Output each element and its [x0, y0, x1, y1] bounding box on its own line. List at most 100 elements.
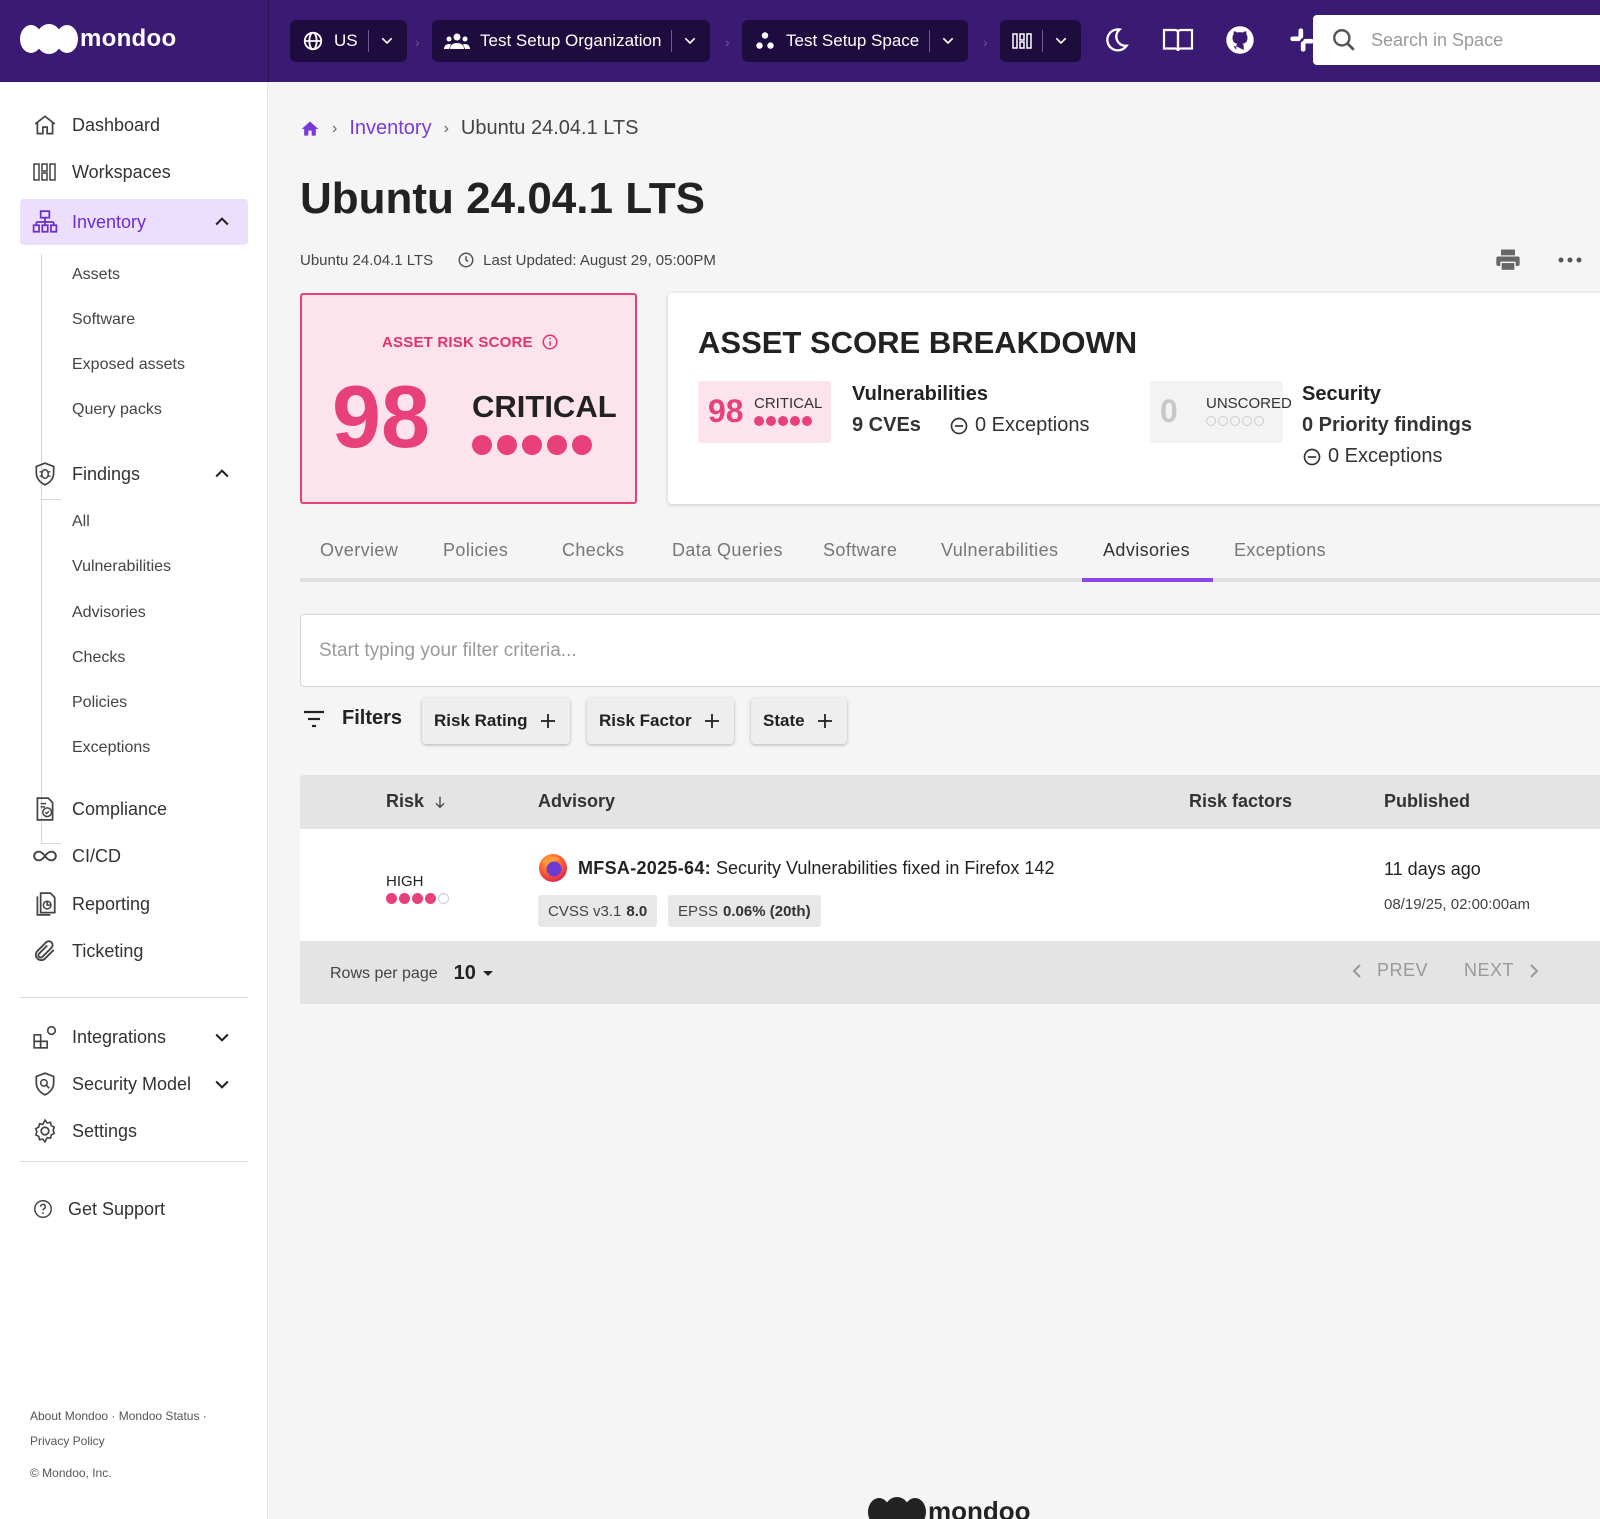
sidebar-subitem-query-packs[interactable]: Query packs: [72, 401, 162, 419]
prev-button[interactable]: PREV: [1377, 960, 1428, 981]
github-icon[interactable]: [1222, 22, 1258, 58]
tab-policies[interactable]: Policies: [443, 540, 508, 561]
priority-findings[interactable]: 0 Priority findings: [1302, 414, 1472, 437]
help-icon: [34, 1200, 52, 1218]
risk-level-dots: [386, 893, 449, 904]
cve-count[interactable]: 9 CVEs: [852, 414, 921, 437]
sidebar-item-settings[interactable]: Settings: [20, 1108, 248, 1154]
risk-score-label-row: ASSET RISK SCORE: [382, 333, 559, 351]
sidebar-divider: [20, 997, 248, 998]
chevron-down-icon: [1055, 37, 1067, 45]
report-icon: [36, 892, 56, 916]
rating-dot: [412, 893, 423, 904]
sidebar-item-workspaces[interactable]: Workspaces: [20, 149, 248, 195]
tab-checks[interactable]: Checks: [562, 540, 624, 561]
breadcrumb-inventory[interactable]: Inventory: [349, 117, 431, 140]
filter-chip-state[interactable]: State: [751, 698, 847, 744]
filter-input[interactable]: [319, 639, 1600, 662]
organization-selector[interactable]: Test Setup Organization: [432, 20, 711, 62]
advisory-id[interactable]: MFSA-2025-64:: [578, 858, 711, 878]
rating-dot: [399, 893, 410, 904]
vulnerability-exceptions[interactable]: 0 Exceptions: [975, 414, 1090, 437]
rows-per-page-select[interactable]: 10: [454, 962, 494, 985]
table-row[interactable]: HIGH MFSA-2025-64: Security Vulnerabilit…: [300, 829, 1600, 942]
sidebar-item-get-support[interactable]: Get Support: [20, 1186, 248, 1232]
chevron-left-icon[interactable]: [1351, 963, 1363, 979]
security-exceptions[interactable]: 0 Exceptions: [1328, 445, 1443, 468]
cvss-value: 8.0: [626, 902, 648, 920]
docs-book-icon[interactable]: [1160, 22, 1196, 58]
caret-down-icon: [482, 970, 493, 976]
home-icon: [34, 115, 56, 135]
chevron-down-icon: [943, 37, 954, 45]
mondoo-logo[interactable]: mondoo: [20, 24, 176, 54]
tab-advisories[interactable]: Advisories: [1103, 540, 1190, 561]
sidebar-item-dashboard[interactable]: Dashboard: [20, 102, 248, 148]
search-box[interactable]: [1313, 15, 1600, 65]
status-link[interactable]: Mondoo Status: [119, 1409, 200, 1423]
sidebar-subitem-checks[interactable]: Checks: [72, 649, 125, 667]
column-risk-factors[interactable]: Risk factors: [1189, 791, 1292, 812]
chevron-up-icon[interactable]: [212, 464, 232, 484]
tab-software[interactable]: Software: [823, 540, 897, 561]
security-heading[interactable]: Security: [1302, 383, 1381, 406]
search-input[interactable]: [1371, 29, 1571, 51]
sidebar-item-label: Dashboard: [72, 114, 161, 135]
sidebar-subitem-exceptions[interactable]: Exceptions: [72, 739, 150, 757]
tab-vulnerabilities[interactable]: Vulnerabilities: [941, 540, 1058, 561]
home-icon[interactable]: [300, 119, 320, 139]
chevron-down-icon[interactable]: [212, 1027, 232, 1047]
dark-mode-icon[interactable]: [1098, 22, 1134, 58]
inventory-icon: [32, 210, 58, 233]
chevron-up-icon[interactable]: [212, 212, 232, 232]
sidebar-item-ticketing[interactable]: Ticketing: [20, 928, 248, 974]
filter-box[interactable]: [300, 614, 1600, 687]
copyright: © Mondoo, Inc.: [30, 1466, 112, 1480]
rating-dot: [547, 435, 567, 455]
advisory-title[interactable]: Security Vulnerabilities fixed in Firefo…: [716, 858, 1055, 878]
tab-data-queries[interactable]: Data Queries: [672, 540, 783, 561]
mondoo-logo-icon: [20, 24, 78, 54]
sidebar-item-compliance[interactable]: Compliance: [20, 786, 248, 832]
vulnerabilities-summary: 9 CVEs 0 Exceptions: [852, 414, 1089, 437]
info-icon[interactable]: [541, 333, 559, 351]
chevron-right-icon[interactable]: [1528, 963, 1540, 979]
sidebar-subitem-assets[interactable]: Assets: [72, 266, 120, 284]
vulnerabilities-heading[interactable]: Vulnerabilities: [852, 383, 988, 406]
privacy-link[interactable]: Privacy Policy: [30, 1434, 105, 1448]
security-priority-findings: 0 Priority findings: [1302, 414, 1472, 437]
tab-exceptions[interactable]: Exceptions: [1234, 540, 1326, 561]
sidebar-item-security-model[interactable]: Security Model: [20, 1061, 248, 1107]
filter-chip-risk-rating[interactable]: Risk Rating: [422, 698, 570, 744]
column-risk[interactable]: Risk: [386, 791, 448, 812]
sidebar-subitem-software[interactable]: Software: [72, 311, 135, 329]
chevron-down-icon[interactable]: [212, 1074, 232, 1094]
sidebar-item-integrations[interactable]: Integrations: [20, 1014, 248, 1060]
about-link[interactable]: About Mondoo: [30, 1409, 108, 1423]
column-published[interactable]: Published: [1384, 791, 1470, 812]
sidebar-item-reporting[interactable]: Reporting: [20, 881, 248, 927]
minus-circle-icon: [1303, 448, 1321, 465]
search-icon: [1333, 29, 1355, 51]
more-options-icon[interactable]: [1558, 256, 1582, 264]
sidebar-item-findings[interactable]: Findings: [20, 451, 248, 497]
epss-value: 0.06% (20th): [723, 902, 811, 920]
workspace-selector[interactable]: [1000, 20, 1081, 62]
print-icon[interactable]: [1494, 246, 1522, 274]
risk-rating: HIGH: [386, 873, 424, 890]
column-advisory[interactable]: Advisory: [538, 791, 615, 812]
sidebar-subitem-policies[interactable]: Policies: [72, 694, 127, 712]
tab-overview[interactable]: Overview: [320, 540, 398, 561]
sidebar-subitem-all[interactable]: All: [72, 513, 90, 531]
sidebar-item-label: Ticketing: [72, 940, 144, 961]
next-button[interactable]: NEXT: [1464, 960, 1514, 981]
space-selector[interactable]: Test Setup Space: [742, 20, 969, 62]
breakdown-title: ASSET SCORE BREAKDOWN: [698, 325, 1138, 360]
filter-chip-risk-factor[interactable]: Risk Factor: [587, 698, 734, 744]
sidebar-item-inventory[interactable]: Inventory: [20, 199, 248, 245]
sidebar-subitem-vulnerabilities[interactable]: Vulnerabilities: [72, 558, 171, 576]
region-selector[interactable]: US: [290, 20, 407, 62]
sidebar-subitem-exposed-assets[interactable]: Exposed assets: [72, 356, 185, 374]
sidebar-subitem-advisories[interactable]: Advisories: [72, 604, 146, 622]
sidebar-item-cicd[interactable]: CI/CD: [20, 833, 248, 879]
